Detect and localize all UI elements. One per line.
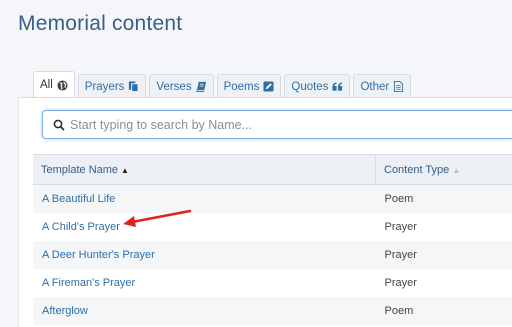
globe-icon bbox=[57, 80, 68, 91]
tab-label: Poems bbox=[224, 81, 260, 93]
table-row: A Fireman's Prayer Prayer bbox=[33, 269, 512, 297]
tab-label: All bbox=[40, 79, 53, 91]
column-header-content-type[interactable]: Content Type▲ bbox=[376, 155, 512, 185]
content-type-cell: Prayer bbox=[376, 241, 512, 269]
sort-ascending-icon: ▲ bbox=[121, 166, 129, 175]
document-icon bbox=[393, 81, 404, 92]
tab-other[interactable]: Other bbox=[353, 74, 411, 98]
content-type-cell: Poem bbox=[376, 297, 512, 325]
tab-label: Verses bbox=[156, 81, 191, 93]
search-input[interactable] bbox=[70, 118, 490, 132]
content-type-cell: Prayer bbox=[376, 269, 512, 297]
page-title: Memorial content bbox=[18, 12, 182, 36]
tab-quotes[interactable]: Quotes bbox=[284, 74, 350, 98]
tab-all[interactable]: All bbox=[33, 71, 75, 98]
template-name-link[interactable]: A Child's Prayer bbox=[33, 213, 376, 241]
quote-icon bbox=[332, 81, 343, 92]
column-header-label: Content Type bbox=[384, 164, 449, 176]
tab-label: Quotes bbox=[291, 81, 328, 93]
template-name-link[interactable]: Afterglow bbox=[33, 297, 376, 325]
template-name-link[interactable]: A Fireman's Prayer bbox=[33, 269, 376, 297]
tab-label: Prayers bbox=[85, 81, 125, 93]
table-row: Afterglow Poem bbox=[33, 297, 512, 325]
tab-prayers[interactable]: Prayers bbox=[78, 74, 147, 98]
table-header-row: Template Name▲ Content Type▲ bbox=[33, 155, 512, 185]
tab-label: Other bbox=[360, 81, 389, 93]
table-row: A Child's Prayer Prayer bbox=[33, 213, 512, 241]
template-name-link[interactable]: A Beautiful Life bbox=[33, 185, 376, 214]
table-row: A Deer Hunter's Prayer Prayer bbox=[33, 241, 512, 269]
search-icon bbox=[53, 119, 65, 131]
template-name-link[interactable]: A Deer Hunter's Prayer bbox=[33, 241, 376, 269]
sort-inactive-icon: ▲ bbox=[452, 166, 460, 175]
edit-icon bbox=[263, 81, 274, 92]
book-icon bbox=[196, 81, 207, 92]
tab-verses[interactable]: Verses bbox=[149, 74, 213, 98]
pages-icon bbox=[128, 81, 139, 92]
table-row: A Beautiful Life Poem bbox=[33, 185, 512, 214]
tab-poems[interactable]: Poems bbox=[217, 74, 282, 98]
search-box[interactable] bbox=[42, 110, 512, 139]
content-type-cell: Poem bbox=[376, 185, 512, 214]
content-table: Template Name▲ Content Type▲ A Beautiful… bbox=[33, 154, 512, 325]
content-type-cell: Prayer bbox=[376, 213, 512, 241]
column-header-label: Template Name bbox=[41, 164, 118, 176]
column-header-template-name[interactable]: Template Name▲ bbox=[33, 155, 376, 185]
content-tabs: All Prayers Verses Poems Quotes Other bbox=[33, 71, 414, 98]
